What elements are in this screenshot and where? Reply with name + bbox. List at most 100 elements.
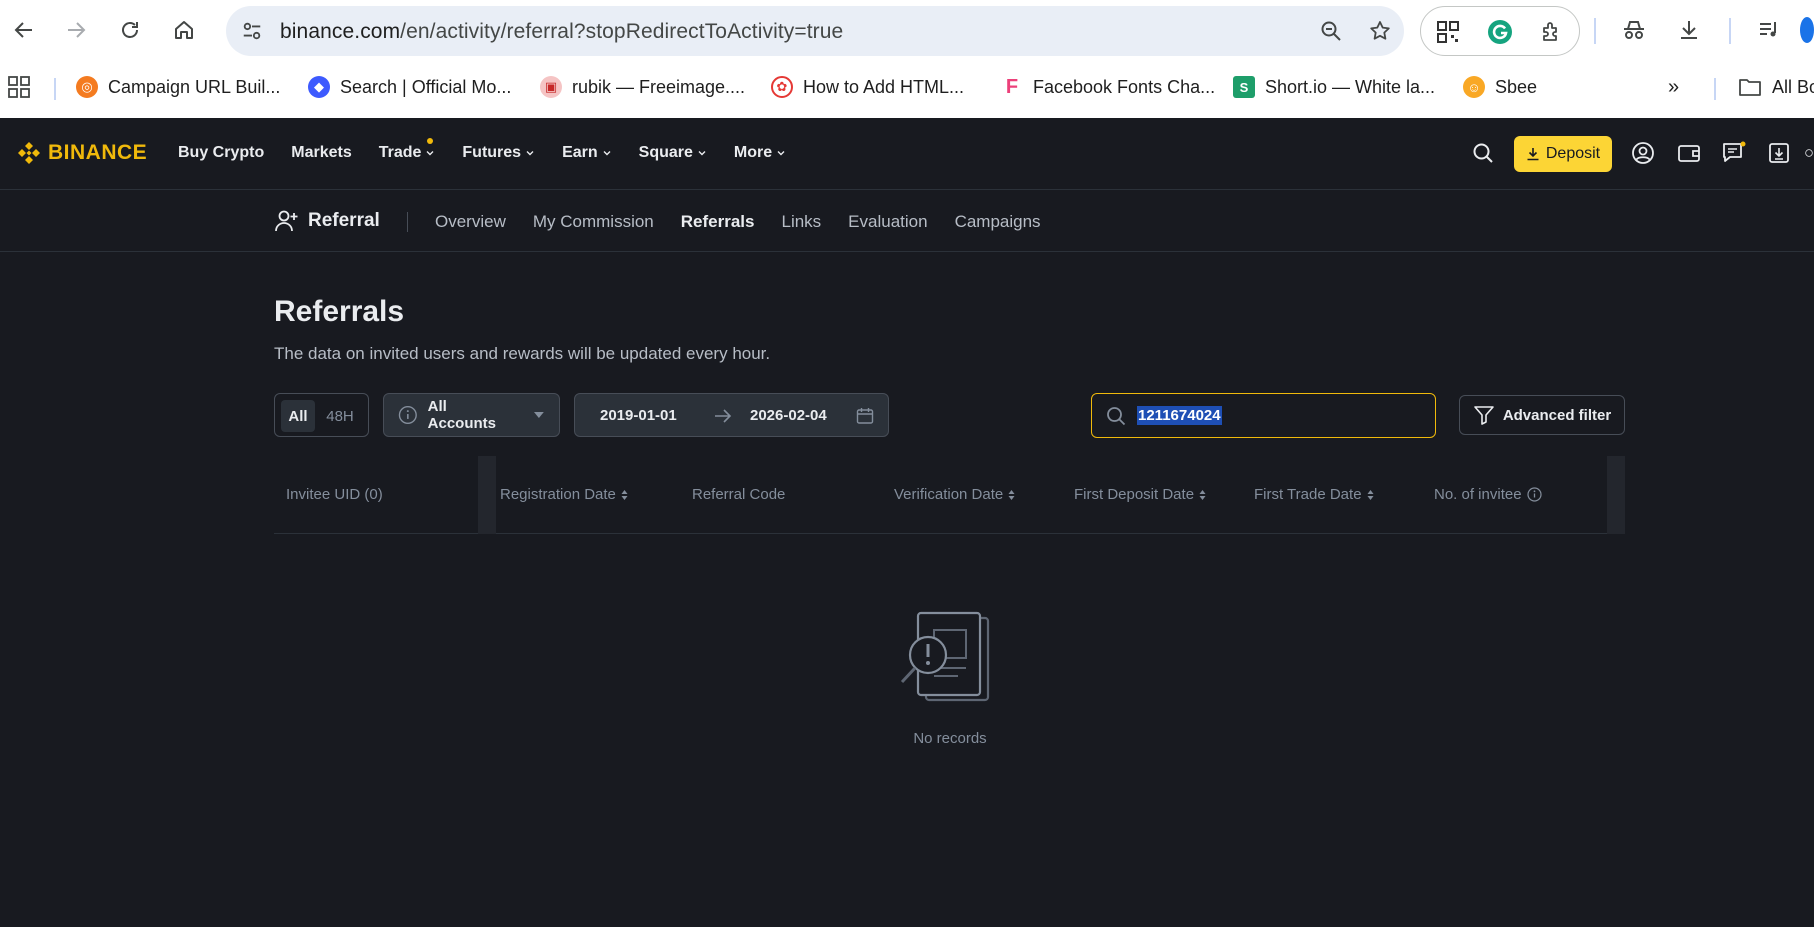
tab-overview[interactable]: Overview [435,212,506,232]
bookmark-item[interactable]: F Facebook Fonts Cha... [1001,72,1215,102]
bookmark-item[interactable]: S Short.io — White la... [1233,72,1435,102]
html-icon: ✿ [771,76,793,98]
sort-icon [621,489,628,500]
nav-trade[interactable]: Trade [378,138,436,162]
all-bookmarks-folder[interactable]: All Bo [1738,72,1814,102]
more-bookmarks-icon[interactable]: » [1668,72,1679,102]
home-button[interactable] [166,12,202,48]
nav-markets[interactable]: Markets [291,144,351,162]
zoom-icon[interactable] [1316,16,1346,46]
notification-dot [427,138,434,144]
qr-code-icon[interactable] [1433,17,1463,47]
bookmark-separator [1714,78,1716,100]
nav-label: Square [638,144,693,161]
info-icon [398,405,417,425]
advanced-filter-label: Advanced filter [1502,406,1612,424]
facebook-fonts-icon: F [1001,76,1023,98]
tab-referrals[interactable]: Referrals [681,212,755,232]
nav-earn[interactable]: Earn [562,144,612,162]
date-from[interactable]: 2019-01-01 [600,407,677,424]
bookmark-star-icon[interactable] [1365,16,1395,46]
bookmark-item[interactable]: ◆ Search | Official Mo... [308,72,511,102]
folder-icon [1739,79,1761,96]
range-option-48h[interactable]: 48H [319,400,361,432]
app-download-icon[interactable] [1764,138,1794,168]
calendar-icon[interactable] [856,407,874,425]
download-icon[interactable] [1674,15,1704,45]
chevron-down-icon [698,151,706,156]
shortio-icon: S [1233,76,1255,98]
col-registration-date[interactable]: Registration Date [500,486,628,503]
search-official-icon: ◆ [308,76,330,98]
address-bar[interactable]: binance.com/en/activity/referral?stopRed… [226,6,1404,56]
apps-grid-icon[interactable] [8,72,30,102]
extensions-puzzle-icon[interactable] [1537,17,1567,47]
bookmark-item[interactable]: ▣ rubik — Freeimage.... [540,72,745,102]
referral-brand-label: Referral [308,210,380,231]
col-verification-date[interactable]: Verification Date [894,486,1015,503]
account-select-value: All Accounts [427,398,496,432]
extensions-group [1420,6,1580,56]
nav-label: Earn [562,144,598,161]
forward-button[interactable] [58,12,94,48]
media-queue-icon[interactable] [1754,15,1784,45]
deposit-button[interactable]: Deposit [1514,136,1612,172]
account-select[interactable]: All Accounts [383,393,560,437]
nav-futures[interactable]: Futures [462,144,535,162]
col-first-deposit-date[interactable]: First Deposit Date [1074,486,1206,503]
col-first-trade-date[interactable]: First Trade Date [1254,486,1374,503]
nav-buy-crypto[interactable]: Buy Crypto [178,144,264,162]
uid-search-input[interactable]: 1211674024 [1091,393,1436,438]
filter-icon [1474,406,1494,425]
nav-label: Markets [291,144,352,161]
profile-avatar-icon[interactable] [1800,15,1814,45]
binance-logo[interactable]: BINANCE [16,140,147,166]
column-label: Referral Code [692,486,786,503]
bookmark-label: rubik — Freeimage.... [572,76,746,97]
account-icon[interactable] [1628,138,1658,168]
date-range-picker[interactable]: 2019-01-01 2026-02-04 [574,393,889,437]
reload-icon [122,22,138,38]
nav-square[interactable]: Square [639,144,707,162]
top-nav: Buy Crypto Markets Trade Futures Earn Sq… [178,138,786,162]
browser-chrome: binance.com/en/activity/referral?stopRed… [0,0,1814,118]
site-info-icon[interactable] [236,15,268,47]
settings-icon[interactable] [1804,138,1814,168]
tab-my-commission[interactable]: My Commission [533,212,654,232]
column-label: Invitee UID (0) [286,486,383,503]
referral-brand[interactable]: Referral [274,208,380,234]
bookmark-item[interactable]: ◎ Campaign URL Buil... [76,72,280,102]
wallet-icon[interactable] [1674,138,1704,168]
column-label: First Deposit Date [1074,486,1195,503]
chevron-down-icon [777,151,785,156]
date-to[interactable]: 2026-02-04 [750,407,827,424]
url-text: binance.com/en/activity/referral?stopRed… [280,20,843,44]
range-toggle: All 48H [274,393,369,437]
bookmark-item[interactable]: ✿ How to Add HTML... [771,72,964,102]
info-icon[interactable] [1526,487,1542,502]
chevron-down-icon [426,151,434,156]
tab-links[interactable]: Links [781,212,821,232]
bookmark-item[interactable]: ☺ Sbee [1463,72,1537,102]
search-icon [1107,407,1126,426]
tab-campaigns[interactable]: Campaigns [955,212,1041,232]
advanced-filter-button[interactable]: Advanced filter [1459,395,1625,435]
url-path: /en/activity/referral?stopRedirectToActi… [400,20,844,43]
download-arrow-icon [1527,148,1539,161]
nav-label: Trade [378,144,422,161]
reload-button[interactable] [112,12,148,48]
back-button[interactable] [6,12,42,48]
all-bookmarks-label: All Bo [1772,76,1814,97]
campaign-url-icon: ◎ [76,76,98,98]
bookmark-label: Short.io — White la... [1265,76,1436,97]
search-icon[interactable] [1468,138,1498,168]
bookmarks-bar: ◎ Campaign URL Buil... ◆ Search | Offici… [0,66,1814,106]
nav-label: Futures [462,144,522,161]
sort-icon [1008,489,1015,500]
grammarly-icon[interactable] [1485,17,1515,47]
messages-icon[interactable] [1719,138,1749,168]
range-option-all[interactable]: All [281,400,315,432]
incognito-icon[interactable] [1619,15,1649,45]
tab-evaluation[interactable]: Evaluation [848,212,927,232]
nav-more[interactable]: More [734,144,786,162]
